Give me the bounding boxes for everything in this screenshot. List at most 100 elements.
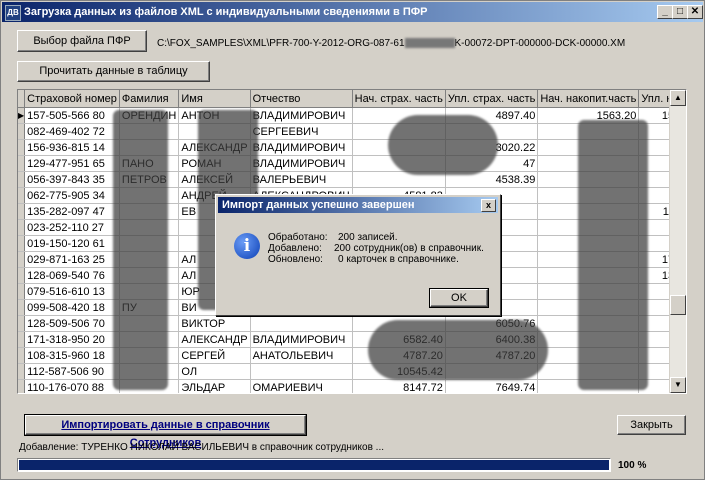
row-indicator[interactable]: ▶: [18, 107, 26, 124]
scroll-thumb[interactable]: [670, 295, 686, 315]
minimize-button[interactable]: _: [657, 5, 673, 19]
updated-label: Обновлено:: [268, 254, 323, 265]
table-cell-n1[interactable]: 8147.72: [352, 379, 446, 393]
table-cell-name[interactable]: АЛЕКСАНДР: [178, 331, 251, 348]
updated-value: 0 карточек в справочнике.: [338, 254, 459, 265]
column-header[interactable]: Нач. страх. часть: [352, 90, 446, 108]
redaction-smear: [113, 110, 168, 390]
table-cell-snils[interactable]: 062-775-905 34: [24, 187, 120, 204]
row-indicator[interactable]: [18, 363, 26, 380]
progress-percent: 100 %: [618, 460, 647, 471]
close-button[interactable]: Закрыть: [617, 415, 686, 435]
scroll-up-arrow-icon[interactable]: ▲: [670, 90, 686, 106]
row-indicator[interactable]: [18, 379, 26, 393]
window-title: Загрузка данных из файлов XML с индивиду…: [24, 6, 428, 18]
table-cell-name[interactable]: ОЛ: [178, 363, 251, 380]
choose-file-button[interactable]: Выбор файла ПФР: [17, 30, 147, 52]
row-indicator[interactable]: [18, 187, 26, 204]
row-indicator[interactable]: [18, 235, 26, 252]
main-window: ДВ Загрузка данных из файлов XML с индив…: [0, 0, 705, 480]
row-indicator[interactable]: [18, 139, 26, 156]
redaction-smear: [388, 115, 498, 175]
table-cell-snils[interactable]: 171-318-950 20: [24, 331, 120, 348]
progress-fill: [19, 460, 609, 470]
row-indicator[interactable]: [18, 331, 26, 348]
table-cell-snils[interactable]: 079-516-610 13: [24, 283, 120, 300]
table-cell-snils[interactable]: 156-936-815 14: [24, 139, 120, 156]
table-cell-snils[interactable]: 110-176-070 88: [24, 379, 120, 393]
status-text: Добавление: ТУРЕНКО НИКОЛАЙ ВАСИЛЬЕВИЧ в…: [19, 442, 384, 453]
row-indicator[interactable]: [18, 219, 26, 236]
dialog-title-bar[interactable]: Импорт данных успешно завершен x: [218, 197, 498, 213]
added-label: Добавлено:: [268, 243, 322, 254]
table-cell-snils[interactable]: 108-315-960 18: [24, 347, 120, 364]
row-indicator[interactable]: [18, 251, 26, 268]
table-cell-patr[interactable]: [250, 363, 353, 380]
file-path: C:\FOX_SAMPLES\XML\PFR-700-Y-2012-ORG-08…: [157, 38, 625, 49]
scroll-down-arrow-icon[interactable]: ▼: [670, 377, 686, 393]
table-cell-snils[interactable]: 128-069-540 76: [24, 267, 120, 284]
processed-value: 200 записей.: [338, 232, 398, 243]
maximize-button[interactable]: □: [672, 5, 688, 19]
table-cell-name[interactable]: СЕРГЕЙ: [178, 347, 251, 364]
table-cell-snils[interactable]: 099-508-420 18: [24, 299, 120, 316]
table-cell-patr[interactable]: АНАТОЛЬЕВИЧ: [250, 347, 353, 364]
row-indicator[interactable]: [18, 283, 26, 300]
row-indicator-header: [18, 90, 26, 108]
dialog-close-button[interactable]: x: [481, 199, 496, 212]
table-cell-snils[interactable]: 157-505-566 80: [24, 107, 120, 124]
import-employees-button[interactable]: Импортировать данные в справочник Сотруд…: [24, 414, 307, 449]
table-cell-snils[interactable]: 056-397-843 35: [24, 171, 120, 188]
table-cell-patr[interactable]: ВЛАДИМИРОВИЧ: [250, 107, 353, 124]
processed-label: Обработано:: [268, 232, 328, 243]
table-cell-patr[interactable]: ВАЛЕРЬЕВИЧ: [250, 171, 353, 188]
import-success-dialog: Импорт данных успешно завершен x i Обраб…: [215, 194, 501, 316]
table-cell-snils[interactable]: 082-469-402 72: [24, 123, 120, 140]
table-cell-snils[interactable]: 129-477-951 65: [24, 155, 120, 172]
column-header[interactable]: Имя: [178, 90, 251, 108]
read-table-button[interactable]: Прочитать данные в таблицу: [17, 61, 210, 82]
row-indicator[interactable]: [18, 203, 26, 220]
column-header[interactable]: Упл. страх. часть: [445, 90, 539, 108]
row-indicator[interactable]: [18, 315, 26, 332]
column-header[interactable]: Нач. накопит.часть: [537, 90, 640, 108]
table-cell-snils[interactable]: 112-587-506 90: [24, 363, 120, 380]
row-indicator[interactable]: [18, 123, 26, 140]
table-cell-patr[interactable]: ВЛАДИМИРОВИЧ: [250, 331, 353, 348]
ok-button[interactable]: OK: [429, 288, 489, 308]
column-header[interactable]: Отчество: [250, 90, 353, 108]
redacted-block: [404, 38, 455, 49]
column-header[interactable]: Фамилия: [119, 90, 180, 108]
app-icon: ДВ: [5, 5, 21, 21]
row-indicator[interactable]: [18, 171, 26, 188]
table-cell-name[interactable]: ВИКТОР: [178, 315, 251, 332]
table-cell-patr[interactable]: ВЛАДИМИРОВИЧ: [250, 155, 353, 172]
file-path-end: K-00072-DPT-000000-DCK-00000.XM: [454, 38, 626, 49]
redaction-smear: [578, 120, 648, 390]
row-indicator[interactable]: [18, 347, 26, 364]
close-window-button[interactable]: ✕: [687, 5, 703, 19]
table-cell-snils[interactable]: 019-150-120 61: [24, 235, 120, 252]
table-cell-u1[interactable]: 7649.74: [445, 379, 539, 393]
vertical-scrollbar[interactable]: ▲ ▼: [669, 90, 686, 393]
row-indicator[interactable]: [18, 299, 26, 316]
table-cell-snils[interactable]: 023-252-110 27: [24, 219, 120, 236]
table-cell-patr[interactable]: [250, 315, 353, 332]
added-value: 200 сотрудник(ов) в справочник.: [334, 243, 484, 254]
dialog-title: Импорт данных успешно завершен: [222, 199, 415, 211]
table-cell-patr[interactable]: ВЛАДИМИРОВИЧ: [250, 139, 353, 156]
row-indicator[interactable]: [18, 155, 26, 172]
redaction-smear: [368, 320, 548, 380]
table-cell-snils[interactable]: 029-871-163 25: [24, 251, 120, 268]
table-cell-patr[interactable]: ОМАРИЕВИЧ: [250, 379, 353, 393]
table-cell-patr[interactable]: СЕРГЕЕВИЧ: [250, 123, 353, 140]
info-icon: i: [234, 233, 260, 259]
title-bar[interactable]: ДВ Загрузка данных из файлов XML с индив…: [2, 2, 703, 22]
column-header[interactable]: Страховой номер: [24, 90, 120, 108]
table-header: Страховой номер Фамилия Имя Отчество Нач…: [18, 90, 686, 108]
table-cell-snils[interactable]: 128-509-506 70: [24, 315, 120, 332]
table-cell-snils[interactable]: 135-282-097 47: [24, 203, 120, 220]
file-path-start: C:\FOX_SAMPLES\XML\PFR-700-Y-2012-ORG-08…: [157, 38, 405, 49]
row-indicator[interactable]: [18, 267, 26, 284]
table-cell-name[interactable]: ЭЛЬДАР: [178, 379, 251, 393]
